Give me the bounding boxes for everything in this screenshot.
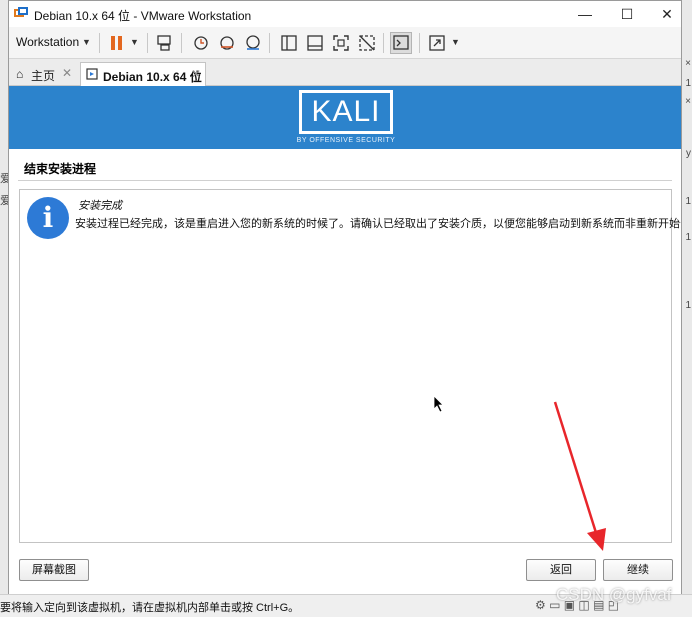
watermark: CSDN @gyfvaf [556,585,672,604]
annotation-arrow [553,401,606,551]
status-text: 要将输入定向到该虚拟机，请在虚拟机内部单击或按 Ctrl+G。 [0,602,300,614]
